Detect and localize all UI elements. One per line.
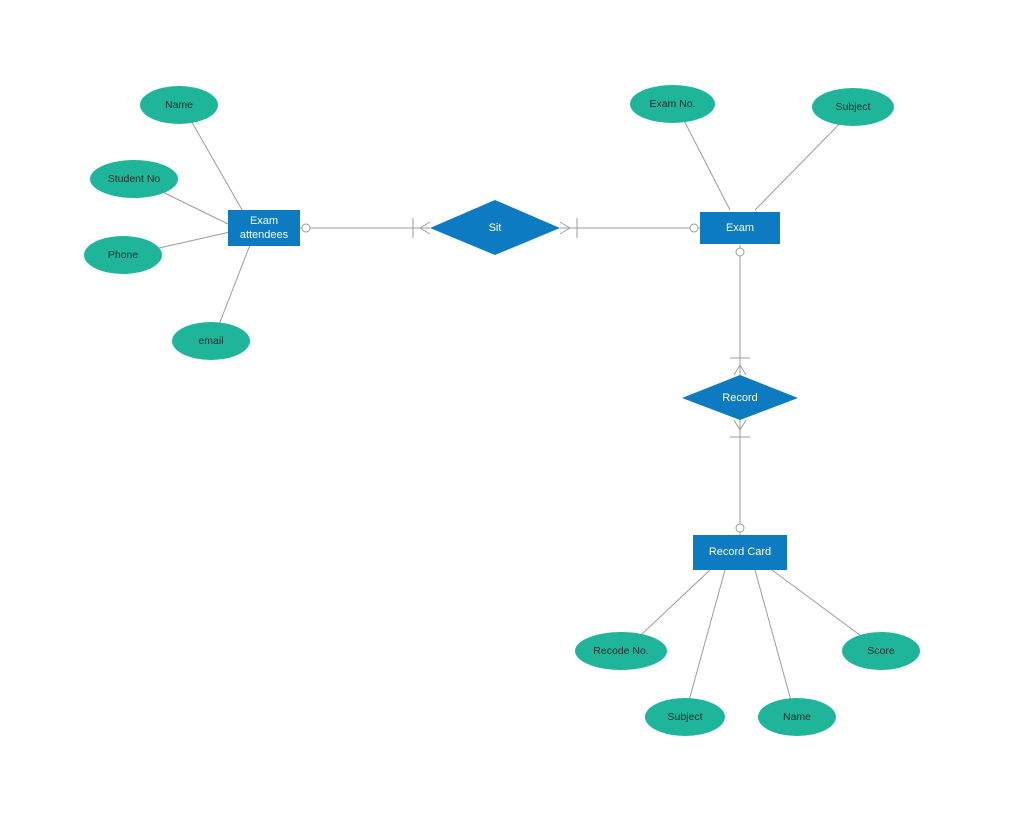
attr-student-no: Student No	[90, 160, 178, 198]
entity-record-card: Record Card	[693, 535, 787, 570]
attr-label: Student No	[108, 173, 161, 185]
attr-label: email	[198, 335, 223, 347]
entity-exam: Exam	[700, 212, 780, 244]
attr-subject: Subject	[812, 88, 894, 126]
attr-rc-subject: Subject	[645, 698, 725, 736]
entity-exam-attendees: Exam attendees	[228, 210, 300, 246]
attr-email: email	[172, 322, 250, 360]
attr-label: Subject	[835, 101, 870, 113]
attr-score: Score	[842, 632, 920, 670]
rel-record: Record	[712, 388, 768, 408]
entity-label: Record Card	[709, 545, 771, 559]
entity-label: Exam	[726, 221, 754, 235]
rel-sit: Sit	[470, 218, 520, 238]
attr-exam-no: Exam No.	[630, 85, 715, 123]
attr-label: Name	[783, 711, 811, 723]
relationship-label: Record	[722, 392, 757, 404]
attr-label: Phone	[108, 249, 138, 261]
attr-label: Exam No.	[649, 98, 695, 110]
relationship-label: Sit	[489, 222, 502, 234]
attr-label: Score	[867, 645, 894, 657]
entity-label: Exam attendees	[232, 214, 296, 243]
attr-phone: Phone	[84, 236, 162, 274]
attr-label: Name	[165, 99, 193, 111]
attr-label: Recode No.	[593, 645, 648, 657]
attr-label: Subject	[667, 711, 702, 723]
attr-rc-name: Name	[758, 698, 836, 736]
attr-recode-no: Recode No.	[575, 632, 667, 670]
attr-name: Name	[140, 86, 218, 124]
